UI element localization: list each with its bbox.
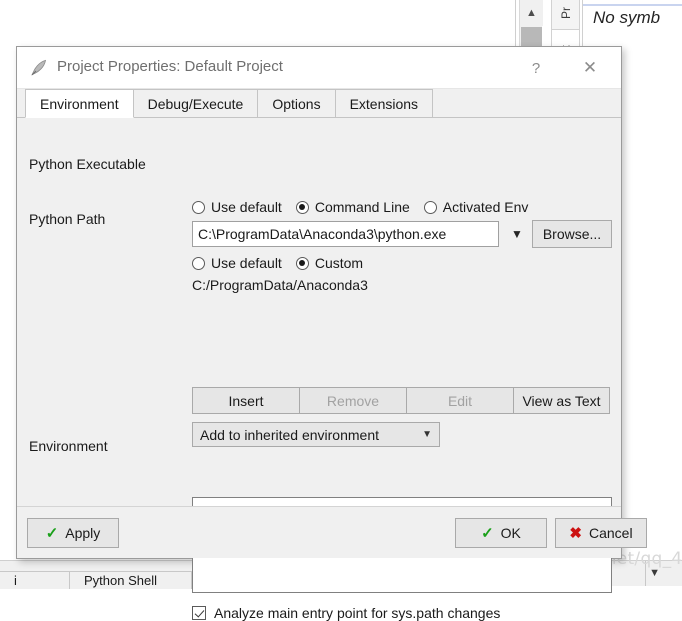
radio-label: Activated Env — [442, 199, 529, 215]
environment-mode-value: Add to inherited environment — [200, 426, 379, 443]
radio-path-use-default[interactable]: Use default — [192, 255, 282, 271]
radio-label: Command Line — [314, 199, 410, 215]
chevron-down-icon[interactable]: ▼ — [506, 221, 528, 247]
python-executable-radio-group: Use default Command Line Activated Env — [192, 199, 542, 215]
chevron-up-icon[interactable]: ▲ — [520, 0, 543, 26]
environment-button-row: Insert Remove Edit View as Text — [192, 387, 612, 414]
environment-label: Environment — [29, 438, 108, 454]
environment-mode-select[interactable]: Add to inherited environment ▼ — [192, 422, 440, 447]
vertical-tab-projects[interactable]: Pr — [551, 0, 580, 30]
bottom-bar-divider — [645, 561, 646, 586]
chevron-down-icon[interactable]: ▼ — [649, 567, 660, 579]
radio-label: Custom — [314, 255, 364, 271]
close-icon[interactable]: ✕ — [577, 56, 603, 80]
chevron-down-icon: ▼ — [422, 429, 432, 440]
dialog-tabbar: Environment Debug/Execute Options Extens… — [17, 89, 621, 118]
cancel-label: Cancel — [588, 525, 633, 541]
analyze-entry-point-checkbox[interactable]: Analyze main entry point for sys.path ch… — [192, 605, 500, 621]
radio-icon — [423, 200, 437, 214]
check-icon: ✓ — [45, 525, 59, 542]
tab-options[interactable]: Options — [257, 89, 336, 117]
apply-button[interactable]: ✓ Apply — [27, 518, 119, 548]
edit-button: Edit — [406, 387, 514, 414]
ok-label: OK — [500, 525, 521, 541]
symbol-pane-rule — [583, 4, 682, 6]
cancel-button[interactable]: ✖ Cancel — [555, 518, 647, 548]
tab-extensions[interactable]: Extensions — [334, 89, 434, 117]
radio-exec-activated-env[interactable]: Activated Env — [423, 199, 529, 215]
check-icon: ✓ — [481, 525, 494, 542]
dialog-footer: ✓ Apply ✓ OK ✖ Cancel — [17, 506, 647, 558]
checkbox-label: Analyze main entry point for sys.path ch… — [214, 605, 501, 621]
python-executable-label: Python Executable — [29, 156, 146, 172]
tab-debug-execute[interactable]: Debug/Execute — [132, 89, 259, 117]
radio-label: Use default — [211, 255, 282, 271]
bottom-tab-python-shell[interactable]: Python Shell — [70, 571, 192, 589]
radio-icon — [192, 256, 205, 270]
vertical-tab-label: Pr — [558, 7, 573, 19]
tab-label: Options — [272, 95, 321, 112]
python-path-value: C:/ProgramData/Anaconda3 — [192, 277, 368, 293]
view-as-text-button[interactable]: View as Text — [513, 387, 610, 414]
bottom-tab-0[interactable]: i — [0, 571, 70, 589]
radio-path-custom[interactable]: Custom — [295, 255, 364, 271]
browse-button[interactable]: Browse... — [532, 220, 612, 248]
tab-label: Debug/Execute — [147, 95, 244, 112]
close-x-icon: ✖ — [569, 525, 582, 542]
feather-pen-icon — [31, 59, 47, 76]
tab-environment[interactable]: Environment — [25, 89, 134, 118]
checkbox-icon-checked — [192, 606, 206, 620]
tab-label: Environment — [40, 95, 119, 112]
help-button[interactable]: ? — [523, 56, 549, 80]
radio-icon — [192, 200, 205, 214]
radio-exec-use-default[interactable]: Use default — [192, 199, 282, 215]
radio-icon-selected — [295, 200, 309, 214]
tab-label: Extensions — [349, 95, 419, 112]
python-executable-input[interactable] — [192, 221, 499, 247]
project-properties-dialog: Project Properties: Default Project ? ✕ … — [16, 46, 647, 621]
python-path-label: Python Path — [29, 211, 106, 227]
radio-icon-selected — [295, 256, 309, 270]
dialog-title: Project Properties: Default Project — [57, 58, 283, 75]
symbol-pane-message: No symb — [593, 8, 661, 27]
dialog-titlebar: Project Properties: Default Project ? ✕ — [17, 47, 621, 89]
environment-tab-panel: Python Executable Use default Command Li… — [17, 118, 621, 621]
python-path-radio-group: Use default Custom — [192, 255, 377, 271]
radio-label: Use default — [211, 199, 282, 215]
remove-button: Remove — [299, 387, 407, 414]
ok-button[interactable]: ✓ OK — [455, 518, 547, 548]
radio-exec-command-line[interactable]: Command Line — [295, 199, 410, 215]
insert-button[interactable]: Insert — [192, 387, 300, 414]
apply-label: Apply — [65, 525, 101, 541]
